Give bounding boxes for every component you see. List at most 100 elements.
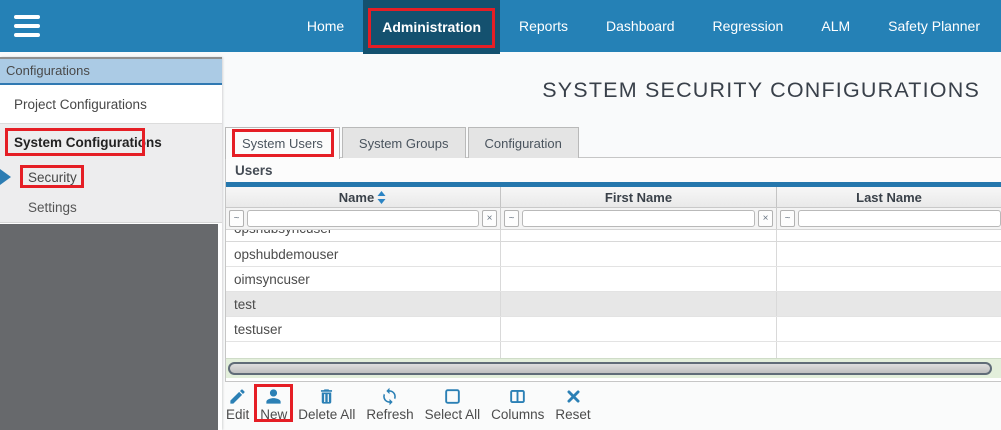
user-name: test <box>226 292 500 316</box>
sidebar-item-label: Settings <box>28 200 77 215</box>
filter-operator-button[interactable]: ~ <box>229 210 244 227</box>
users-panel: Users Name First Name Last Name <box>225 157 1001 382</box>
main-content: SYSTEM SECURITY CONFIGURATIONS System Us… <box>222 52 1001 430</box>
tool-label: Reset <box>555 407 590 423</box>
filter-row: ~ × ~ × ~ <box>226 208 1001 230</box>
tab-label: System Groups <box>359 136 449 151</box>
empty-table-row <box>226 342 1001 358</box>
sidebar-item-label: System Configurations <box>14 135 162 150</box>
edit-button[interactable]: Edit <box>226 387 249 423</box>
table-cell <box>501 342 777 358</box>
column-header-last-name[interactable]: Last Name <box>777 187 1001 207</box>
tab-configuration[interactable]: Configuration <box>468 127 579 158</box>
table-cell <box>777 292 1001 316</box>
sidebar-item-label: Project Configurations <box>14 97 147 112</box>
hamburger-menu-icon[interactable] <box>14 15 40 37</box>
tool-label: Columns <box>491 407 544 423</box>
nav-item-label: Administration <box>382 19 481 35</box>
scrollbar-thumb[interactable] <box>228 362 992 375</box>
new-button[interactable]: New <box>260 387 287 423</box>
tool-label: Refresh <box>366 407 413 423</box>
column-header-name[interactable]: Name <box>226 187 501 207</box>
table-row[interactable]: test <box>226 292 1001 317</box>
pencil-icon <box>228 387 247 406</box>
table-row[interactable]: opshubdemouser <box>226 242 1001 267</box>
user-name: testuser <box>226 317 500 341</box>
tool-label: Edit <box>226 407 249 423</box>
application-window: Home Administration Reports Dashboard Re… <box>0 0 1001 430</box>
delete-all-button[interactable]: Delete All <box>298 387 355 423</box>
sort-icon <box>376 191 387 204</box>
table-cell <box>226 342 501 358</box>
nav-item-alm[interactable]: ALM <box>802 0 869 52</box>
top-nav-bar: Home Administration Reports Dashboard Re… <box>0 0 1001 52</box>
panel-title: Users <box>226 158 1001 187</box>
column-label: Last Name <box>856 190 922 205</box>
nav-item-safety-planner[interactable]: Safety Planner <box>869 0 999 52</box>
sidebar-header: Configurations <box>0 59 222 85</box>
table-cell <box>777 230 1001 241</box>
refresh-button[interactable]: Refresh <box>366 387 413 423</box>
tab-label: Configuration <box>485 136 562 151</box>
filter-cell-last-name: ~ <box>777 208 1001 229</box>
filter-clear-button[interactable]: × <box>758 210 773 227</box>
sidebar-item-label: Security <box>28 170 77 185</box>
filter-cell-name: ~ × <box>226 208 501 229</box>
columns-button[interactable]: Columns <box>491 387 544 423</box>
column-label: Name <box>339 190 374 205</box>
column-header-first-name[interactable]: First Name <box>501 187 777 207</box>
sidebar-group-system: System Configurations Security Settings <box>0 123 222 223</box>
filter-clear-button[interactable]: × <box>482 210 497 227</box>
select-all-button[interactable]: Select All <box>425 387 481 423</box>
reset-button[interactable]: Reset <box>555 387 590 423</box>
person-icon <box>264 387 283 406</box>
filter-input-last-name[interactable] <box>798 210 1001 227</box>
table-cell <box>777 342 1001 358</box>
tab-system-users[interactable]: System Users <box>225 127 340 159</box>
tab-bar: System Users System Groups Configuration <box>225 127 579 158</box>
table-cell <box>501 230 777 241</box>
columns-icon <box>508 387 527 406</box>
nav-item-administration[interactable]: Administration <box>363 0 500 54</box>
user-name: opshubsyncuser <box>226 230 500 241</box>
tab-label: System Users <box>242 136 323 151</box>
tab-system-groups[interactable]: System Groups <box>342 127 466 158</box>
table-row[interactable]: oimsyncuser <box>226 267 1001 292</box>
horizontal-scrollbar[interactable] <box>226 358 1001 378</box>
sidebar-item-security[interactable]: Security <box>0 161 222 193</box>
table-cell <box>501 267 777 291</box>
table-header-row: Name First Name Last Name <box>226 187 1001 208</box>
table-row[interactable]: testuser <box>226 317 1001 342</box>
trash-icon <box>317 387 336 406</box>
filter-operator-button[interactable]: ~ <box>504 210 519 227</box>
nav-item-dashboard[interactable]: Dashboard <box>587 0 694 52</box>
page-title: SYSTEM SECURITY CONFIGURATIONS <box>542 78 980 103</box>
table-cell <box>777 317 1001 341</box>
sidebar-item-system-configurations[interactable]: System Configurations <box>0 124 222 161</box>
tool-label: New <box>260 407 287 423</box>
table-row[interactable]: opshubsyncuser <box>226 230 1001 242</box>
tool-label: Select All <box>425 407 481 423</box>
refresh-icon <box>380 387 399 406</box>
reset-icon <box>564 387 583 406</box>
hamburger-bar <box>14 24 40 28</box>
nav-item-home[interactable]: Home <box>288 0 363 52</box>
nav-item-reports[interactable]: Reports <box>500 0 587 52</box>
sidebar-item-project-configurations[interactable]: Project Configurations <box>0 85 222 123</box>
sidebar-background <box>0 224 218 430</box>
filter-cell-first-name: ~ × <box>501 208 777 229</box>
filter-input-name[interactable] <box>247 210 479 227</box>
filter-input-first-name[interactable] <box>522 210 755 227</box>
user-name: opshubdemouser <box>226 242 500 266</box>
filter-operator-button[interactable]: ~ <box>780 210 795 227</box>
table-cell <box>777 267 1001 291</box>
user-name: oimsyncuser <box>226 267 500 291</box>
table-cell <box>501 242 777 266</box>
sidebar-item-settings[interactable]: Settings <box>0 193 222 223</box>
bottom-toolbar: Edit New Delete All Refresh <box>222 382 1001 430</box>
table-cell <box>501 317 777 341</box>
tool-label: Delete All <box>298 407 355 423</box>
sidebar: Configurations Project Configurations Sy… <box>0 57 222 430</box>
nav-item-regression[interactable]: Regression <box>694 0 803 52</box>
select-all-icon <box>443 387 462 406</box>
